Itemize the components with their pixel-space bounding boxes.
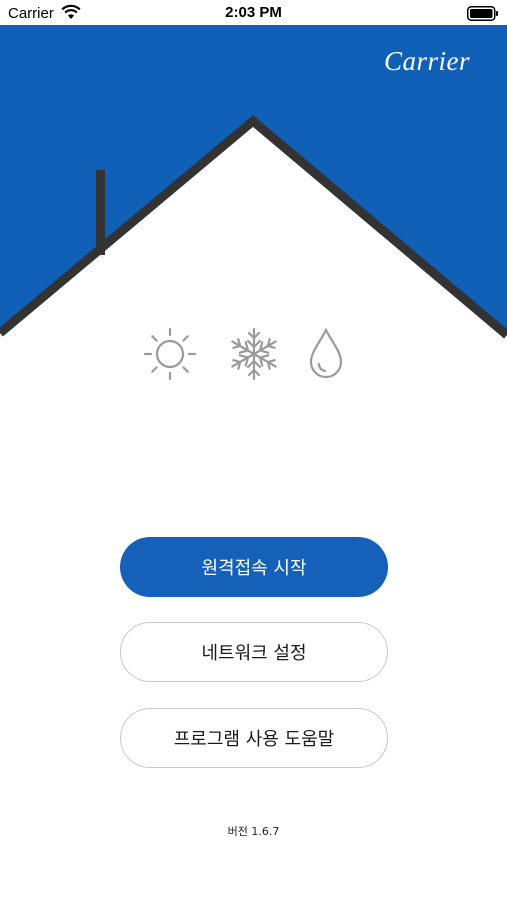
remote-start-button[interactable]: 원격접속 시작 bbox=[120, 537, 388, 597]
brand-logo: Carrier bbox=[384, 46, 471, 76]
version-label: 버전 1.6.7 bbox=[227, 825, 280, 838]
battery-icon bbox=[467, 6, 498, 21]
status-bar: Carrier 2:03 PM bbox=[0, 0, 507, 27]
snowflake-icon bbox=[231, 327, 277, 381]
sun-icon bbox=[143, 327, 197, 381]
remote-start-label: 원격접속 시작 bbox=[201, 558, 307, 579]
network-settings-button[interactable]: 네트워크 설정 bbox=[120, 622, 388, 682]
program-help-label: 프로그램 사용 도움말 bbox=[173, 729, 335, 750]
network-settings-label: 네트워크 설정 bbox=[201, 643, 307, 664]
mode-icons bbox=[0, 322, 507, 386]
clock: 2:03 PM bbox=[225, 4, 282, 21]
program-help-button[interactable]: 프로그램 사용 도움말 bbox=[120, 708, 388, 768]
droplet-icon bbox=[309, 327, 343, 379]
